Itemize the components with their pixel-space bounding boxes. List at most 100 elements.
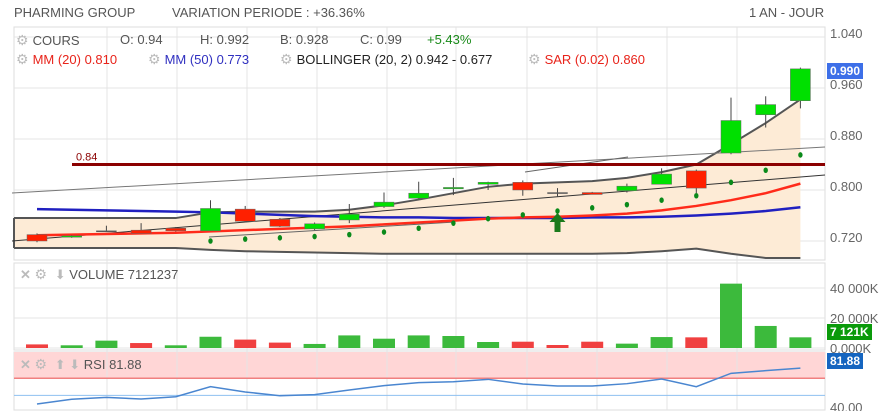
candle-body bbox=[477, 182, 499, 185]
high-value: H: 0.992 bbox=[200, 32, 250, 47]
candle-body bbox=[373, 201, 395, 207]
x-icon[interactable]: ✕ bbox=[20, 357, 31, 372]
sar-dot bbox=[763, 167, 768, 174]
sar-dot bbox=[243, 236, 248, 242]
candle-body bbox=[720, 120, 742, 154]
sar-dot bbox=[624, 201, 630, 208]
candle bbox=[26, 233, 48, 243]
sar-dot bbox=[694, 192, 699, 199]
sar-dot bbox=[555, 208, 560, 214]
volume-legend: ✕ ⚙ ⬇ VOLUME 7121237 bbox=[20, 266, 178, 283]
low-value: B: 0.928 bbox=[280, 32, 329, 47]
price-tag: 0.990 bbox=[827, 63, 864, 79]
volume-bar bbox=[199, 336, 222, 348]
gear-icon[interactable]: ⚙ bbox=[35, 266, 48, 282]
volume-bar bbox=[754, 325, 777, 348]
price-axis-tick: 0.880 bbox=[830, 128, 863, 143]
mm20-label: MM (20) 0.810 bbox=[32, 52, 118, 67]
volume-axis-tick: 40 000K bbox=[830, 281, 879, 296]
sar-dot bbox=[347, 231, 352, 238]
volume-bar bbox=[268, 342, 291, 348]
volume-bar bbox=[720, 283, 742, 348]
candle-body bbox=[304, 223, 325, 230]
sar-dot bbox=[728, 179, 734, 186]
arrow-down-icon[interactable]: ⬇ bbox=[69, 357, 80, 372]
gear-icon[interactable]: ⚙ bbox=[148, 51, 161, 67]
volume-bar bbox=[442, 336, 465, 348]
volume-bar bbox=[511, 341, 534, 348]
arrow-up-icon[interactable]: ⬆ bbox=[55, 357, 66, 372]
volume-bar bbox=[234, 339, 257, 348]
rsi-axis-tick: 40.00 bbox=[830, 400, 863, 411]
sar-dot bbox=[798, 152, 803, 158]
mm50-label: MM (50) 0.773 bbox=[164, 52, 250, 67]
sar-dot bbox=[381, 229, 387, 235]
candle-body bbox=[755, 104, 776, 116]
candle-body bbox=[165, 228, 187, 232]
price-axis-tick: 0.960 bbox=[830, 77, 863, 92]
candle-body bbox=[26, 234, 48, 242]
sar-dot bbox=[451, 220, 456, 226]
candle-body bbox=[96, 230, 117, 233]
sar-dot bbox=[277, 235, 283, 241]
candle bbox=[269, 218, 291, 227]
volume-label: VOLUME 7121237 bbox=[69, 267, 179, 282]
sar-label: SAR (0.02) 0.860 bbox=[544, 52, 646, 67]
volume-bar bbox=[373, 338, 395, 348]
volume-bar bbox=[303, 343, 326, 348]
volume-bar bbox=[789, 337, 812, 348]
candle-body bbox=[512, 182, 534, 191]
gear-icon[interactable]: ⚙ bbox=[16, 32, 29, 48]
rsi-tag: 81.88 bbox=[827, 353, 864, 369]
volume-bar bbox=[615, 343, 638, 348]
candle-body bbox=[651, 173, 672, 185]
sar-dot bbox=[416, 225, 421, 232]
volume-bar bbox=[60, 345, 83, 348]
change-value: +5.43% bbox=[427, 32, 472, 47]
candle-body bbox=[616, 185, 638, 191]
x-icon[interactable]: ✕ bbox=[20, 267, 31, 282]
volume-bar bbox=[477, 342, 500, 348]
arrow-down-icon[interactable]: ⬇ bbox=[55, 267, 66, 282]
price-axis-tick: 1.040 bbox=[830, 26, 863, 41]
gear-icon[interactable]: ⚙ bbox=[528, 51, 541, 67]
candle-body bbox=[790, 68, 811, 101]
legend-indicators: ⚙ MM (20) 0.810 ⚙ MM (50) 0.773 ⚙ BOLLINGER… bbox=[16, 51, 645, 68]
sar-dot bbox=[312, 233, 317, 240]
volume-bar bbox=[650, 337, 673, 348]
close-value: C: 0.99 bbox=[360, 32, 402, 47]
candle-body bbox=[200, 208, 221, 232]
candle bbox=[304, 222, 325, 231]
volume-bar bbox=[95, 340, 118, 348]
volume-bar bbox=[338, 335, 361, 348]
candle-body bbox=[61, 235, 82, 238]
volume-bar bbox=[685, 337, 708, 348]
price-axis-tick: 0.800 bbox=[830, 179, 863, 194]
rsi-legend: ✕ ⚙ ⬆ ⬇ RSI 81.88 bbox=[20, 356, 142, 373]
volume-bar bbox=[407, 335, 430, 348]
candle-body bbox=[581, 192, 603, 195]
candle-body bbox=[234, 208, 256, 222]
volume-tag: 7 121K bbox=[827, 324, 872, 340]
gear-icon[interactable]: ⚙ bbox=[16, 51, 29, 67]
candle-body bbox=[269, 219, 291, 227]
legend-cours: ⚙ COURS O: 0.94 H: 0.992 B: 0.928 C: 0.99… bbox=[16, 32, 471, 49]
sar-dot bbox=[208, 238, 213, 244]
sar-dot bbox=[590, 205, 595, 211]
price-axis-tick: 0.720 bbox=[830, 230, 863, 245]
candle-body bbox=[443, 187, 464, 189]
bollinger-label: BOLLINGER (20, 2) 0.942 - 0.677 bbox=[296, 52, 493, 67]
gear-icon[interactable]: ⚙ bbox=[35, 356, 48, 372]
open-value: O: 0.94 bbox=[120, 32, 163, 47]
sar-dot bbox=[485, 215, 491, 222]
support-level-label: 0.84 bbox=[76, 152, 97, 164]
candle-body bbox=[408, 192, 429, 199]
candle-body bbox=[686, 170, 707, 189]
gear-icon[interactable]: ⚙ bbox=[280, 51, 293, 67]
candle-body bbox=[339, 213, 360, 221]
volume-bar bbox=[581, 341, 604, 348]
rsi-label: RSI 81.88 bbox=[83, 357, 142, 372]
sar-dot bbox=[659, 197, 664, 203]
volume-bar bbox=[130, 343, 153, 348]
cours-label: COURS bbox=[32, 33, 80, 48]
